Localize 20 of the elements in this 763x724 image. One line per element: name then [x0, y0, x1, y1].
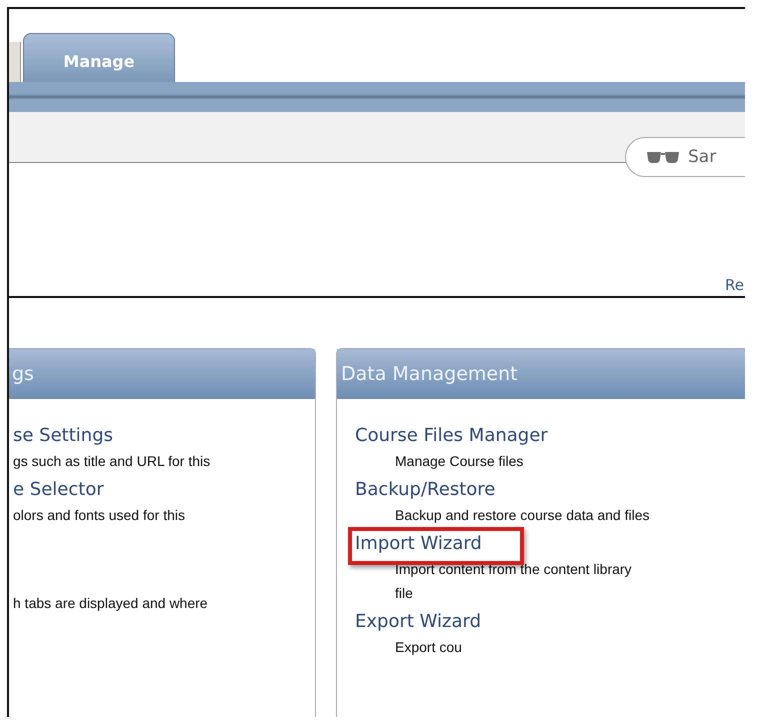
item-description: Import content from the content library	[394, 560, 633, 579]
item-link[interactable]: Import Wizard	[355, 531, 482, 557]
item-description: h tabs are displayed and where	[13, 594, 209, 613]
item-description: Export cou	[394, 638, 463, 657]
link[interactable]: Re	[725, 276, 744, 294]
item-link[interactable]: se Settings	[13, 423, 114, 449]
item-description: gs such as title and URL for this	[13, 452, 212, 471]
view-toggle-button[interactable]: Sar	[625, 137, 745, 177]
panel-title: Data Management	[341, 363, 518, 385]
item-link[interactable]: e Selector	[13, 477, 104, 503]
item-link[interactable]: Backup/Restore	[355, 477, 496, 503]
item-description: file	[394, 584, 414, 603]
glasses-icon	[646, 150, 680, 164]
item-description: Manage Course files	[394, 452, 524, 471]
panel-title: gs	[12, 363, 34, 385]
item-description: olors and fonts used for this	[13, 506, 186, 525]
item-link[interactable]: Export Wizard	[355, 609, 482, 635]
item-link[interactable]: Course Files Manager	[355, 423, 548, 449]
tab-edge	[9, 42, 21, 82]
item-description: Backup and restore course data and files	[394, 506, 650, 525]
